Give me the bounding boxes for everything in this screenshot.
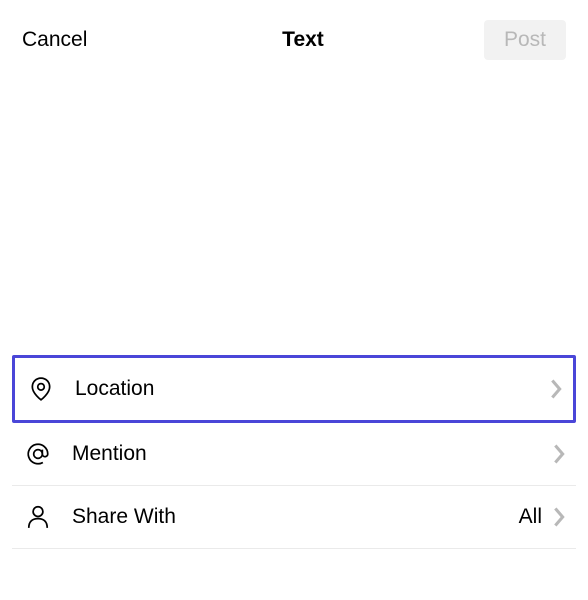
location-row[interactable]: Location — [12, 355, 576, 423]
chevron-right-icon — [552, 506, 566, 528]
text-compose-area[interactable] — [0, 80, 588, 355]
share-with-value: All — [519, 505, 542, 529]
mention-label: Mention — [72, 442, 552, 466]
location-pin-icon — [27, 376, 55, 402]
page-title: Text — [282, 28, 324, 52]
chevron-right-icon — [549, 378, 563, 400]
post-button[interactable]: Post — [484, 20, 566, 60]
cancel-button[interactable]: Cancel — [22, 28, 122, 52]
location-label: Location — [75, 377, 549, 401]
at-sign-icon — [24, 441, 52, 467]
options-list: Location Mention Share With All — [0, 355, 588, 549]
header-bar: Cancel Text Post — [0, 0, 588, 80]
mention-row[interactable]: Mention — [12, 423, 576, 486]
person-icon — [24, 504, 52, 530]
share-with-row[interactable]: Share With All — [12, 486, 576, 549]
share-with-label: Share With — [72, 505, 519, 529]
chevron-right-icon — [552, 443, 566, 465]
